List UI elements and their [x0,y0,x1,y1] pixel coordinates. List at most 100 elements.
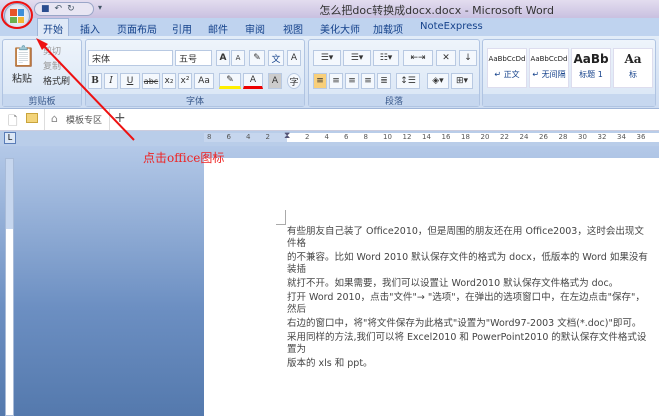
tab-mailings[interactable]: 邮件 [203,20,233,37]
document-tab-bar: 🗋 ⌂ 模板专区 + [0,109,659,131]
indent-marker-icon[interactable]: ⧗ [284,131,290,141]
phonetic-guide-icon[interactable]: 文 [268,50,284,66]
style-name: ↵ 无间隔 [532,70,566,79]
ruler-number: 28 [558,133,568,141]
template-zone-label: 模板专区 [66,116,103,126]
tab-page-layout[interactable]: 页面布局 [112,20,162,37]
tab-references[interactable]: 引用 [167,20,197,37]
align-center-icon[interactable]: ≡ [329,73,343,89]
underline-button[interactable]: U [120,73,140,89]
ruler-number: 36 [636,133,646,141]
customize-qat-icon[interactable]: ▾ [98,3,102,12]
ruler-number: 26 [539,133,548,141]
ruler-number: 6 [226,133,231,141]
style-normal[interactable]: AaBbCcDd ↵ 正文 [487,48,527,88]
align-right-icon[interactable]: ≡ [345,73,359,89]
paste-button[interactable]: 粘贴 [12,70,32,85]
office-button[interactable] [4,3,30,29]
new-document-icon[interactable]: 🗋 [8,112,18,133]
ruler-number: 2 [305,133,310,141]
ruler-number: 16 [441,133,451,141]
line-spacing-icon[interactable]: ↕☰ [396,73,420,89]
vertical-ruler[interactable] [5,158,14,416]
strikethrough-button[interactable]: abc [142,73,160,89]
indent-icon[interactable]: ⇤⇥ [403,50,433,66]
styles-label [483,94,655,106]
style-heading-1[interactable]: AaBb 标题 1 [571,48,611,88]
italic-button[interactable]: I [104,73,118,89]
style-sample: AaBbCcDd [530,55,568,63]
template-zone-tab[interactable]: ⌂ 模板专区 [44,109,110,130]
numbering-icon[interactable]: ☰▾ [343,50,371,66]
horizontal-ruler[interactable]: 8 6 4 2 2 4 6 8 10 12 14 16 18 20 22 24 26 28 30 32 34 36 ⧗ [204,131,659,142]
char-shading-button[interactable]: A [268,73,282,89]
paragraph-line: 右边的窗口中，将"将文件保存为此格式"设置为"Word97-2003 文档(*.… [287,318,642,329]
save-icon[interactable]: ■ [41,4,50,14]
distributed-icon[interactable]: ≣ [377,73,391,89]
copy-button[interactable]: 复制 [43,59,61,72]
ruler-number: 2 [265,133,270,141]
ruler-number: 10 [383,133,392,141]
style-name: 标题 1 [579,70,603,79]
clear-format-icon[interactable]: ✎ [249,50,265,66]
quick-access-toolbar: ■ ↶ ↻ [34,2,94,16]
ruler-number: 6 [344,133,349,141]
tab-view[interactable]: 视图 [278,20,308,37]
paragraph-line: 就打不开。如果需要，我们可以设置让 Word2010 默认保存文件格式为 doc… [287,278,619,289]
grow-font-button[interactable]: A [216,50,230,66]
paragraph-line: 打开 Word 2010，点击"文件"→ "选项"，在弹出的选项窗口中，在左边点… [287,292,645,315]
style-sample: AaBbCcDd [488,55,526,63]
ruler-top-margin [6,159,13,229]
subscript-button[interactable]: x₂ [162,73,176,89]
ruler-number: 14 [422,133,431,141]
tab-insert[interactable]: 插入 [75,20,105,37]
folder-icon[interactable] [26,113,38,123]
change-case-button[interactable]: Aa [194,73,214,89]
style-sample: AaBb [573,52,609,66]
paragraph-line: 采用同样的方法,我们可以将 Excel2010 和 PowerPoint2010… [287,332,647,355]
ruler-number: 32 [597,133,607,141]
shrink-font-button[interactable]: A [231,50,245,66]
enclose-char-icon[interactable]: 字 [287,73,301,89]
sort-icon[interactable]: ↓ [459,50,477,66]
align-left-icon[interactable]: ≡ [313,73,327,89]
ruler-number: 30 [578,133,587,141]
style-no-spacing[interactable]: AaBbCcDd ↵ 无间隔 [529,48,569,88]
font-name-select[interactable]: 宋体 [88,50,173,66]
asian-layout-icon[interactable]: ✕ [436,50,456,66]
shading-icon[interactable]: ◈▾ [427,73,449,89]
document-page[interactable]: 有些朋友自己装了 Office2010，但是周围的朋友还在用 Office200… [204,158,659,416]
justify-icon[interactable]: ≡ [361,73,375,89]
superscript-button[interactable]: x² [178,73,192,89]
style-heading-2[interactable]: Aa 标 [613,48,653,88]
redo-icon[interactable]: ↻ [67,4,75,14]
paragraph-label: 段落 [309,94,479,107]
clipboard-group: 📋 粘贴 剪切 复制 格式刷 剪贴板 [2,39,82,107]
format-painter-button[interactable]: 格式刷 [43,74,70,87]
font-color-button[interactable]: A [243,73,263,89]
margin-corner-mark [276,210,286,225]
ruler-number: 18 [461,133,470,141]
styles-group: AaBbCcDd ↵ 正文 AaBbCcDd ↵ 无间隔 AaBb 标题 1 Aa 标 [482,39,656,107]
add-tab-button[interactable]: + [114,110,126,126]
paragraph-line: 有些朋友自己装了 Office2010，但是周围的朋友还在用 Office200… [287,226,644,249]
bullets-icon[interactable]: ☰▾ [313,50,341,66]
paste-icon[interactable]: 📋 [11,44,36,68]
tab-review[interactable]: 审阅 [240,20,270,37]
tab-beautify[interactable]: 美化大师 [315,20,365,37]
highlight-icon[interactable]: ✎ [219,73,241,89]
undo-icon[interactable]: ↶ [55,4,63,14]
cut-button[interactable]: 剪切 [43,44,61,57]
tab-noteexpress[interactable]: NoteExpress [415,20,488,33]
ribbon-tabs: 开始 插入 页面布局 引用 邮件 审阅 视图 美化大师 加载项 NoteExpr… [0,18,659,36]
font-size-select[interactable]: 五号 [175,50,212,66]
ruler-number: 4 [324,133,329,141]
font-group: 宋体 五号 A A ✎ 文 A B I U abc x₂ x² Aa ✎ A A… [85,39,305,107]
tab-addins[interactable]: 加载项 [368,20,408,37]
tab-selector-icon[interactable]: L [4,132,16,144]
borders-icon[interactable]: ⊞▾ [451,73,473,89]
char-border-icon[interactable]: A [287,50,301,66]
bold-button[interactable]: B [88,73,102,89]
multilevel-list-icon[interactable]: ☷▾ [373,50,399,66]
tab-home[interactable]: 开始 [37,18,69,36]
